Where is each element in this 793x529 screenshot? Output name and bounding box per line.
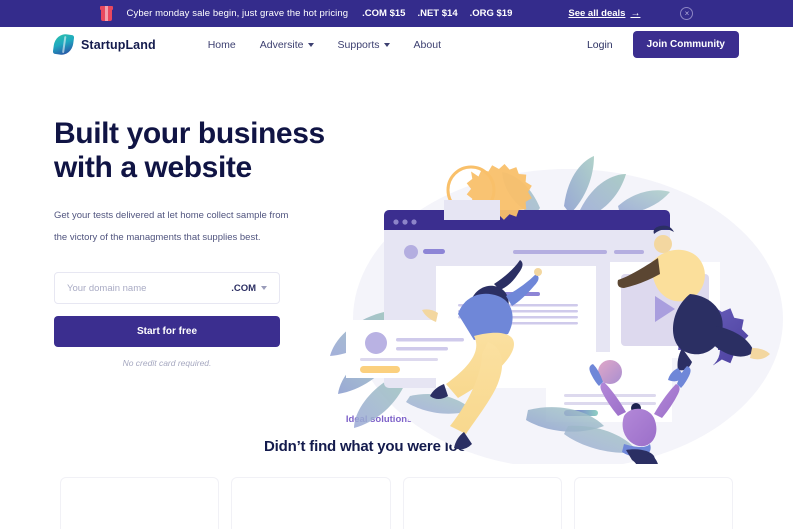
see-all-deals-label: See all deals <box>568 8 626 19</box>
hero-title-line1: Built your business <box>54 117 325 150</box>
hero-title-line2: with a website <box>54 150 252 184</box>
hero-section: Built your business with a website Get y… <box>0 62 793 464</box>
nav-actions: Login Join Community <box>587 31 739 58</box>
feature-card[interactable] <box>402 477 562 529</box>
page-title: Built your business with a website <box>54 117 354 185</box>
chevron-down-icon <box>383 42 390 47</box>
feature-cards-row <box>0 477 793 529</box>
nav-item-about-label: About <box>413 38 441 51</box>
hero-subtitle-line1: Get your tests delivered at let home col… <box>54 209 289 221</box>
main-navbar: StartupLand Home Adversite Supports Abou… <box>0 27 793 62</box>
leaf-logo-icon <box>52 32 75 57</box>
arrow-right-icon: → <box>630 8 641 19</box>
start-for-free-button[interactable]: Start for free <box>54 316 280 348</box>
promo-price-com: .COM $15 <box>362 8 406 19</box>
feature-card[interactable] <box>231 477 391 529</box>
brand-name: StartupLand <box>81 37 156 52</box>
nav-links: Home Adversite Supports About <box>208 39 441 51</box>
tld-selected-value: .COM <box>231 282 256 294</box>
gift-icon <box>99 6 113 21</box>
promo-price-net: .NET $14 <box>417 8 458 19</box>
hero-subtitle: Get your tests delivered at let home col… <box>54 205 294 250</box>
tld-selector[interactable]: .COM <box>231 283 267 294</box>
feature-card[interactable] <box>573 477 733 529</box>
brand-logo[interactable]: StartupLand <box>52 32 156 57</box>
domain-search-field[interactable]: .COM <box>54 272 280 305</box>
promo-message: Cyber monday sale begin, just grave the … <box>126 8 349 19</box>
nav-item-adversite-label: Adversite <box>259 38 304 51</box>
close-icon[interactable]: × <box>680 7 694 20</box>
nav-item-about[interactable]: About <box>414 39 441 51</box>
hero-illustration <box>318 144 793 464</box>
promo-price-org: .ORG $19 <box>469 8 513 19</box>
nav-item-supports-label: Supports <box>337 38 380 51</box>
chevron-down-icon <box>307 42 314 47</box>
nav-item-home[interactable]: Home <box>208 39 236 51</box>
promo-prices: .COM $15 .NET $14 .ORG $19 <box>362 8 512 19</box>
domain-input[interactable] <box>67 282 232 294</box>
chevron-down-icon <box>261 286 267 291</box>
join-community-button[interactable]: Join Community <box>632 31 739 58</box>
see-all-deals-link[interactable]: See all deals → <box>568 8 640 19</box>
nav-item-supports[interactable]: Supports <box>338 39 390 51</box>
feature-card[interactable] <box>60 477 220 529</box>
hero-subtitle-line2: the victory of the managments that suppl… <box>54 232 261 244</box>
promo-banner: Cyber monday sale begin, just grave the … <box>0 0 793 27</box>
hero-copy: Built your business with a website Get y… <box>54 62 354 368</box>
nav-item-adversite[interactable]: Adversite <box>260 39 314 51</box>
login-link[interactable]: Login <box>587 39 613 51</box>
no-credit-card-note: No credit card required. <box>122 358 212 369</box>
landing-page: Cyber monday sale begin, just grave the … <box>0 0 793 529</box>
nav-item-home-label: Home <box>207 38 236 51</box>
